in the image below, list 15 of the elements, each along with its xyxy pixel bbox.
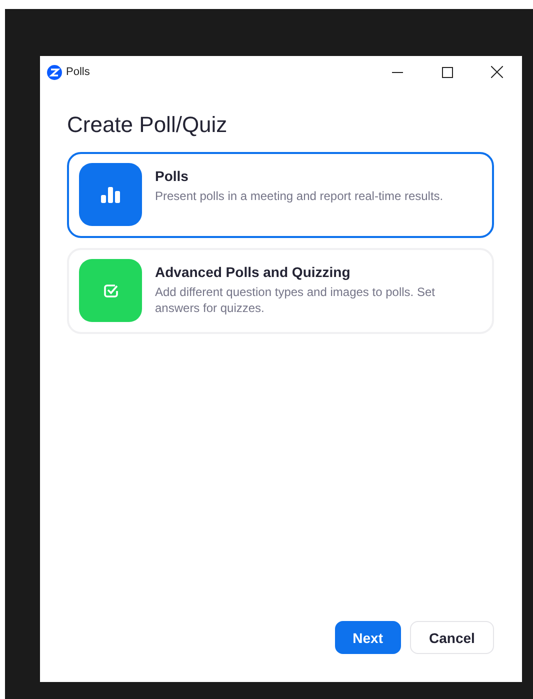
- next-button[interactable]: Next: [334, 621, 401, 654]
- app-logo-icon: [47, 64, 62, 80]
- option-description: Add different question types and images to polls. Set answers for quizzes.: [155, 284, 436, 316]
- window-title: Polls: [66, 66, 91, 78]
- bar-chart-icon: [101, 186, 120, 202]
- cancel-button[interactable]: Cancel: [410, 621, 494, 654]
- option-card[interactable]: Polls Present polls in a meeting and report real-time results.: [67, 152, 494, 238]
- option-title: Advanced Polls and Quizzing: [155, 264, 352, 280]
- close-icon: [491, 66, 503, 78]
- checkbox-icon: [102, 282, 118, 298]
- option-card[interactable]: Advanced Polls and Quizzing Add different question types and images to polls. Set answers for quizzes.: [67, 248, 494, 334]
- maximize-icon: [442, 66, 452, 78]
- option-description: Present polls in a meeting and report real-time results.: [155, 188, 444, 204]
- option-title: Polls: [155, 168, 190, 184]
- page-heading: Create Poll/Quiz: [67, 112, 228, 138]
